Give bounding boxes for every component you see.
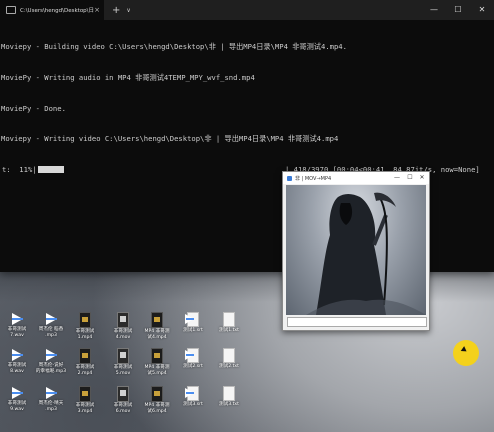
desktop-icon-mp4[interactable]: MP4 非哥测 试5.mp4	[140, 348, 174, 376]
desktop-icon-label: 测试3.txt	[219, 402, 239, 407]
console-output[interactable]: Moviepy - Building video C:\Users\hengd\…	[0, 20, 494, 195]
terminal-titlebar[interactable]: C:\Users\hengd\Desktop\日录 × + ∨ — ☐ ✕	[0, 0, 494, 20]
cursor-highlight	[453, 340, 479, 366]
srt-file-icon	[185, 386, 199, 401]
desktop-icon-mp3[interactable]: 周杰伦-说好 的幸福呢.mp3	[34, 348, 68, 374]
desktop-icon-mp4[interactable]: MP4 非哥测 试4.mp4	[140, 312, 174, 340]
desktop-icon-label: 非哥测试 8.wav	[7, 363, 27, 374]
desktop-icon-wav[interactable]: 非哥测试 8.wav	[0, 348, 34, 374]
desktop-icon-txt[interactable]: 测试1.txt	[212, 312, 246, 334]
desktop-icon-label: 测试2.srt	[183, 364, 203, 369]
desktop-icon-label: 测试1.srt	[183, 328, 203, 333]
desktop-icon-label: 非哥测试 1.mp4	[75, 329, 95, 340]
console-line: MoviePy - Done.	[1, 103, 66, 113]
desktop-icon-mp4[interactable]: 非哥测试 2.mp4	[68, 348, 102, 376]
mov-file-icon	[117, 312, 129, 328]
mp3-file-icon	[44, 386, 58, 400]
tab-dropdown-icon[interactable]: ∨	[126, 7, 130, 14]
preview-minimize-button[interactable]: —	[391, 172, 403, 184]
desktop-icon-srt[interactable]: 测试1.srt	[176, 312, 210, 334]
desktop-icon-mov[interactable]: 非哥测试 4.mov	[106, 312, 140, 340]
desktop-icon-label: MP4 非哥测 试5.mp4	[144, 365, 170, 376]
desktop-icon-mp4[interactable]: MP4 非哥测 试6.mp4	[140, 386, 174, 414]
video-preview-image	[286, 185, 426, 315]
tab-title: C:\Users\hengd\Desktop\日录	[20, 8, 94, 14]
desktop-icon-label: 周杰伦-说好 的幸福呢.mp3	[35, 363, 67, 374]
mp4-file-icon	[151, 348, 163, 364]
desktop-icon-wav[interactable]: 非哥测试 9.wav	[0, 386, 34, 412]
preview-close-button[interactable]: ✕	[416, 172, 428, 184]
mp4-file-icon	[151, 386, 163, 402]
terminal-icon	[6, 6, 16, 14]
desktop-icon-label: 非哥测试 7.wav	[7, 327, 27, 338]
desktop-icon-label: 非哥测试 3.mp4	[75, 403, 95, 414]
desktop-icon-label: 非哥测试 5.mov	[113, 365, 133, 376]
desktop-icon-label: 周杰伦 稻香 .mp3	[38, 327, 64, 338]
mp4-file-icon	[79, 312, 91, 328]
preview-maximize-button[interactable]: ☐	[404, 172, 416, 184]
mov-file-icon	[117, 386, 129, 402]
desktop-icon-label: 测试2.txt	[219, 364, 239, 369]
desktop-icon-label: 测试1.txt	[219, 328, 239, 333]
wav-file-icon	[10, 386, 24, 400]
progress-bar-fill	[37, 165, 64, 173]
desktop-icon-wav[interactable]: 非哥测试 7.wav	[0, 312, 34, 338]
mp3-file-icon	[44, 348, 58, 362]
txt-file-icon	[223, 312, 235, 327]
desktop-icon-label: MP4 非哥测 试4.mp4	[144, 329, 170, 340]
progress-prefix: t: 11%|	[2, 164, 37, 174]
desktop-icon-srt[interactable]: 测试3.srt	[176, 386, 210, 408]
grim-reaper-image	[306, 192, 426, 315]
desktop-icon-txt[interactable]: 测试3.txt	[212, 386, 246, 408]
console-line: MoviePy - Writing audio in MP4 非哥测试4TEMP…	[1, 73, 255, 83]
mp3-file-icon	[44, 312, 58, 326]
preview-titlebar[interactable]: 非 | MOV→MP4 — ☐ ✕	[283, 172, 429, 184]
desktop-icon-label: 周杰伦-晴天 .mp3	[38, 401, 64, 412]
srt-file-icon	[185, 312, 199, 327]
desktop-icon-mov[interactable]: 非哥测试 5.mov	[106, 348, 140, 376]
srt-file-icon	[185, 348, 199, 363]
close-button[interactable]: ✕	[470, 0, 494, 20]
desktop-icon-txt[interactable]: 测试2.txt	[212, 348, 246, 370]
mov-file-icon	[117, 348, 129, 364]
maximize-button[interactable]: ☐	[446, 0, 470, 20]
desktop-icon-mov[interactable]: 非哥测试 6.mov	[106, 386, 140, 414]
desktop-icon-label: 非哥测试 4.mov	[113, 329, 133, 340]
desktop-icon-mp4[interactable]: 非哥测试 3.mp4	[68, 386, 102, 414]
txt-file-icon	[223, 386, 235, 401]
minimize-button[interactable]: —	[422, 0, 446, 20]
txt-file-icon	[223, 348, 235, 363]
desktop-icon-srt[interactable]: 测试2.srt	[176, 348, 210, 370]
desktop-icon-label: 非哥测试 9.wav	[7, 401, 27, 412]
wav-file-icon	[10, 312, 24, 326]
preview-title: 非 | MOV→MP4	[295, 175, 332, 182]
preview-progress-bar	[287, 317, 427, 327]
terminal-tab[interactable]: C:\Users\hengd\Desktop\日录 ×	[0, 0, 104, 20]
desktop-icon-label: 非哥测试 2.mp4	[75, 365, 95, 376]
desktop-icon-mp3[interactable]: 周杰伦-晴天 .mp3	[34, 386, 68, 412]
console-line: Moviepy - Writing video C:\Users\hengd\D…	[1, 134, 339, 144]
mp4-file-icon	[79, 348, 91, 364]
mp4-file-icon	[151, 312, 163, 328]
new-tab-button[interactable]: +	[112, 5, 120, 16]
app-icon	[287, 175, 292, 181]
desktop-icon-label: 非哥测试 6.mov	[113, 403, 133, 414]
mp4-file-icon	[79, 386, 91, 402]
desktop-icon-label: MP4 非哥测 试6.mp4	[144, 403, 170, 414]
preview-window[interactable]: 非 | MOV→MP4 — ☐ ✕	[282, 171, 430, 331]
tab-close-icon[interactable]: ×	[94, 6, 100, 14]
desktop-icon-mp3[interactable]: 周杰伦 稻香 .mp3	[34, 312, 68, 338]
wav-file-icon	[10, 348, 24, 362]
console-line: Moviepy - Building video C:\Users\hengd\…	[1, 42, 347, 52]
desktop-icon-label: 测试3.srt	[183, 402, 203, 407]
desktop-icon-mp4[interactable]: 非哥测试 1.mp4	[68, 312, 102, 340]
